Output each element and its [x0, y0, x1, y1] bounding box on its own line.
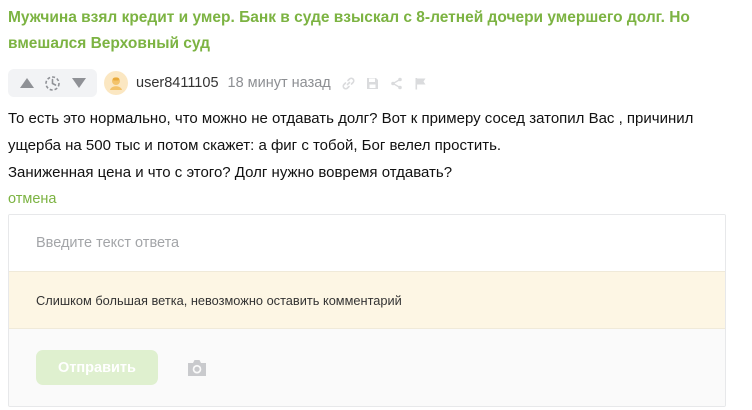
comment-paragraph: То есть это нормально, что можно не отда…: [8, 110, 694, 154]
post-title-link[interactable]: Мужчина взял кредит и умер. Банк в суде …: [8, 5, 698, 57]
reply-footer: Отправить: [9, 329, 725, 406]
comment-timestamp[interactable]: 18 минут назад: [228, 75, 331, 91]
comment-body: То есть это нормально, что можно не отда…: [8, 105, 738, 186]
arrow-up-icon[interactable]: [17, 74, 36, 93]
comment-actions: [341, 76, 428, 91]
thread-too-long-warning: Слишком большая ветка, невозможно остави…: [9, 271, 725, 329]
comment-toolbar: user8411105 18 минут назад: [8, 68, 438, 98]
arrow-down-icon[interactable]: [69, 74, 88, 93]
cancel-reply-link[interactable]: отмена: [8, 188, 57, 210]
warning-text: Слишком большая ветка, невозможно остави…: [36, 292, 402, 308]
share-icon[interactable]: [389, 76, 404, 91]
camera-icon[interactable]: [186, 358, 208, 378]
send-button[interactable]: Отправить: [36, 350, 158, 385]
comment-author[interactable]: user8411105: [136, 75, 219, 91]
link-icon[interactable]: [341, 76, 356, 91]
reply-input[interactable]: [9, 215, 725, 271]
clock-rating-icon: [43, 74, 62, 93]
vote-controls: [8, 69, 97, 97]
avatar[interactable]: [104, 71, 128, 95]
report-flag-icon[interactable]: [413, 76, 428, 91]
save-icon[interactable]: [365, 76, 380, 91]
reply-form: Слишком большая ветка, невозможно остави…: [8, 214, 726, 407]
comment-paragraph: Заниженная цена и что с этого? Долг нужн…: [8, 164, 453, 181]
